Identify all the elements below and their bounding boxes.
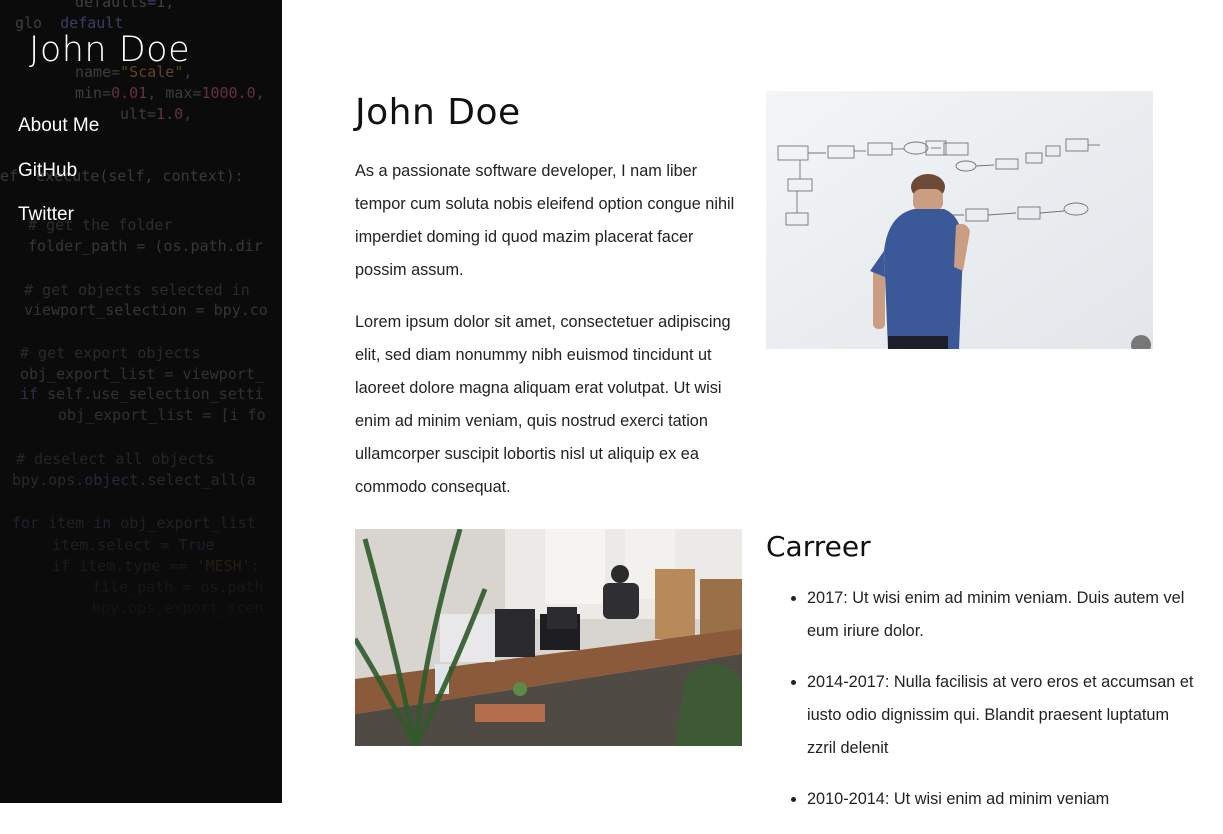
nav-link-twitter[interactable]: Twitter xyxy=(18,204,74,225)
sidebar-item-github: GitHub xyxy=(18,160,99,205)
site-brand[interactable]: John Doe xyxy=(29,30,190,70)
sidebar: defaults=1, glo default name="Scale", mi… xyxy=(0,0,282,803)
office-photo-graphic xyxy=(355,529,742,746)
intro-paragraph: As a passionate software developer, I na… xyxy=(355,162,735,279)
bio-paragraph: Lorem ipsum dolor sit amet, consectetuer… xyxy=(355,313,731,496)
career-item: 2017: Ut wisi enim ad minim veniam. Duis… xyxy=(807,582,1197,648)
career-item: 2014-2017: Nulla facilisis at vero eros … xyxy=(807,666,1197,765)
career-list: 2017: Ut wisi enim ad minim veniam. Duis… xyxy=(766,582,1197,834)
career-heading: Carreer xyxy=(766,530,871,563)
sidebar-item-about-me: About Me xyxy=(18,115,99,160)
whiteboard-photo xyxy=(766,91,1153,349)
career-item: 2010-2014: Ut wisi enim ad minim veniam xyxy=(807,783,1197,816)
page-title: John Doe xyxy=(355,92,521,133)
whiteboard-photo-graphic xyxy=(766,91,1153,349)
office-photo xyxy=(355,529,742,746)
sidebar-nav: About Me GitHub Twitter xyxy=(18,115,99,249)
sidebar-item-twitter: Twitter xyxy=(18,204,99,249)
nav-link-github[interactable]: GitHub xyxy=(18,160,77,181)
nav-link-about-me[interactable]: About Me xyxy=(18,115,99,136)
